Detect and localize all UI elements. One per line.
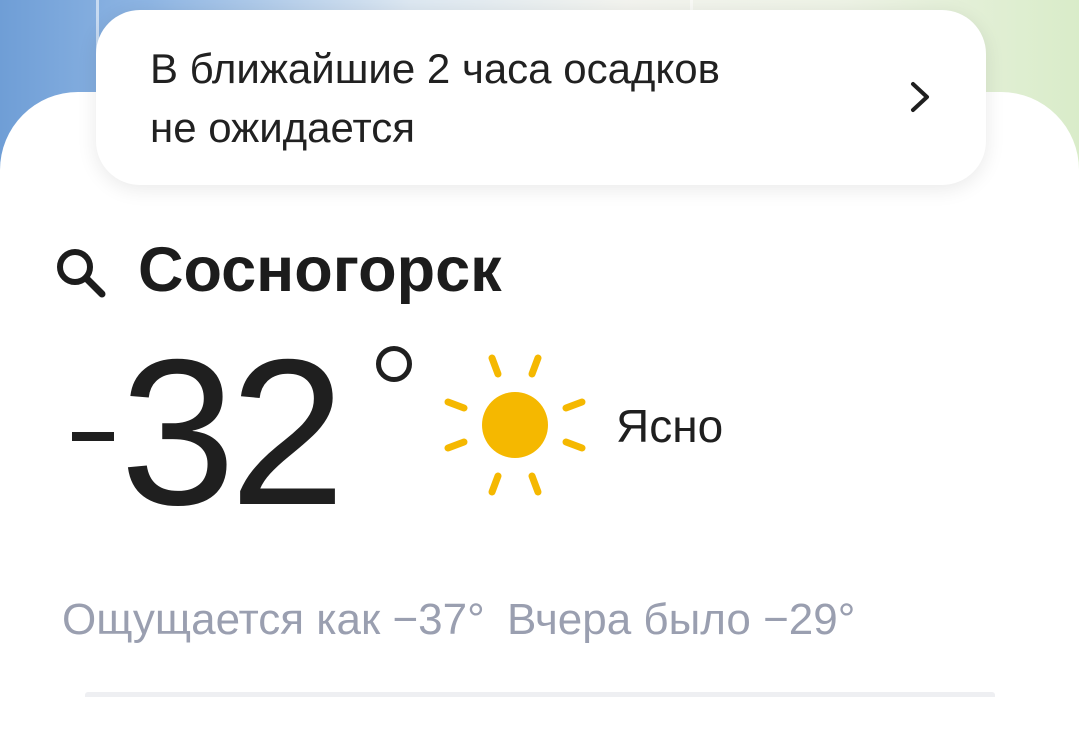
degree-icon — [376, 346, 412, 382]
sun-icon — [444, 354, 586, 496]
yesterday-text: Вчера было −29° — [506, 595, 856, 644]
next-section-edge — [85, 692, 995, 697]
precipitation-text: В ближайшие 2 часа осадков не ожидается — [150, 39, 870, 157]
temperature-minus-sign — [72, 432, 114, 441]
current-temperature: 32 — [120, 317, 345, 549]
temperature-details: Ощущается как −37° Вчера было −29° — [62, 590, 865, 650]
precipitation-line-2: не ожидается — [150, 104, 416, 151]
precipitation-card[interactable]: В ближайшие 2 часа осадков не ожидается — [96, 10, 986, 185]
precipitation-line-1: В ближайшие 2 часа осадков — [150, 45, 720, 92]
weather-condition: Ясно — [616, 400, 724, 452]
city-name[interactable]: Сосногорск — [138, 232, 502, 308]
chevron-right-icon[interactable] — [906, 80, 934, 114]
feels-like-text: Ощущается как −37° — [62, 595, 485, 644]
search-icon[interactable] — [52, 244, 110, 302]
